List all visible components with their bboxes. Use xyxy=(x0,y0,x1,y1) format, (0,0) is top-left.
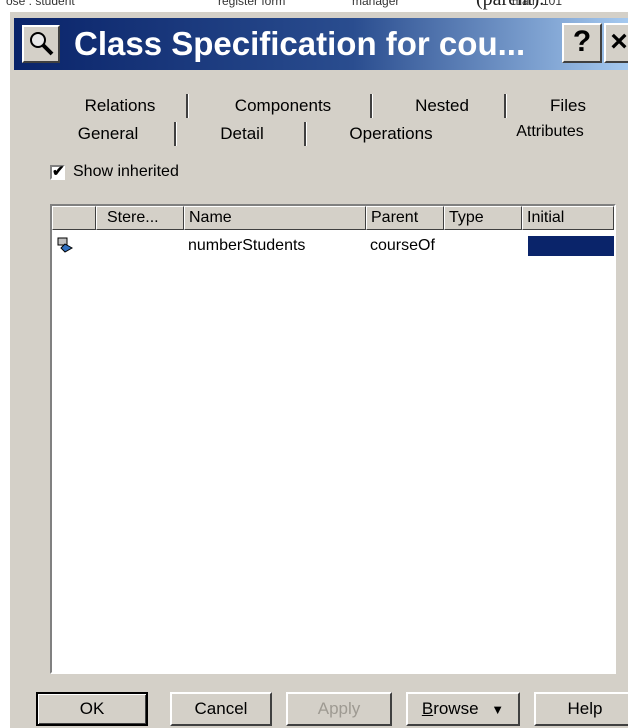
title-bar[interactable]: Class Specification for cou... ? × xyxy=(14,18,628,70)
magnifier-icon xyxy=(22,25,60,63)
row-parent: courseOf xyxy=(370,237,435,254)
tab-divider xyxy=(504,94,507,118)
tab-divider xyxy=(370,94,373,118)
help-button[interactable]: Help xyxy=(534,692,628,726)
attributes-table[interactable]: Stere... Name Parent Type Initial number… xyxy=(50,204,616,674)
tab-divider xyxy=(304,122,307,146)
tab-nested[interactable]: Nested xyxy=(374,92,510,120)
chevron-down-icon: ▼ xyxy=(491,702,505,717)
column-header-type[interactable]: Type xyxy=(444,206,522,230)
tab-components[interactable]: Components xyxy=(194,92,372,120)
row-name: numberStudents xyxy=(188,237,306,254)
column-header-parent[interactable]: Parent xyxy=(366,206,444,230)
dialog-title: Class Specification for cou... xyxy=(74,25,526,62)
table-header: Stere... Name Parent Type Initial xyxy=(52,206,614,230)
show-inherited-label: Show inherited xyxy=(73,163,179,180)
checkbox-box[interactable]: ✔ xyxy=(50,163,65,180)
tab-files[interactable]: Files xyxy=(510,92,626,120)
tab-detail[interactable]: Detail xyxy=(180,120,304,148)
column-header-icon[interactable] xyxy=(52,206,96,230)
row-initial-cell-selected[interactable] xyxy=(528,236,614,256)
cancel-button[interactable]: Cancel xyxy=(170,692,272,726)
tab-operations[interactable]: Operations xyxy=(314,120,468,148)
class-specification-dialog: Class Specification for cou... ? × Relat… xyxy=(8,10,628,728)
background-text: register form xyxy=(218,0,286,8)
ok-button[interactable]: OK xyxy=(36,692,148,726)
attribute-icon xyxy=(56,236,74,254)
background-text: manager xyxy=(352,0,400,8)
browse-label: Browse xyxy=(421,699,479,718)
close-button[interactable]: × xyxy=(604,23,628,63)
tab-divider xyxy=(174,122,177,146)
tab-general[interactable]: General xyxy=(42,120,174,148)
tab-divider xyxy=(186,94,189,118)
background-text: ose : student xyxy=(6,0,75,8)
column-header-name[interactable]: Name xyxy=(184,206,366,230)
column-header-stereotype[interactable]: Stere... xyxy=(96,206,184,230)
checkmark-icon: ✔ xyxy=(52,163,65,180)
tab-attributes[interactable]: Attributes xyxy=(480,118,620,146)
column-header-initial[interactable]: Initial xyxy=(522,206,614,230)
apply-button[interactable]: Apply xyxy=(286,692,392,726)
browse-button[interactable]: Browse ▼ xyxy=(406,692,520,726)
tab-relations[interactable]: Relations xyxy=(50,92,190,120)
title-help-button[interactable]: ? xyxy=(562,23,602,63)
